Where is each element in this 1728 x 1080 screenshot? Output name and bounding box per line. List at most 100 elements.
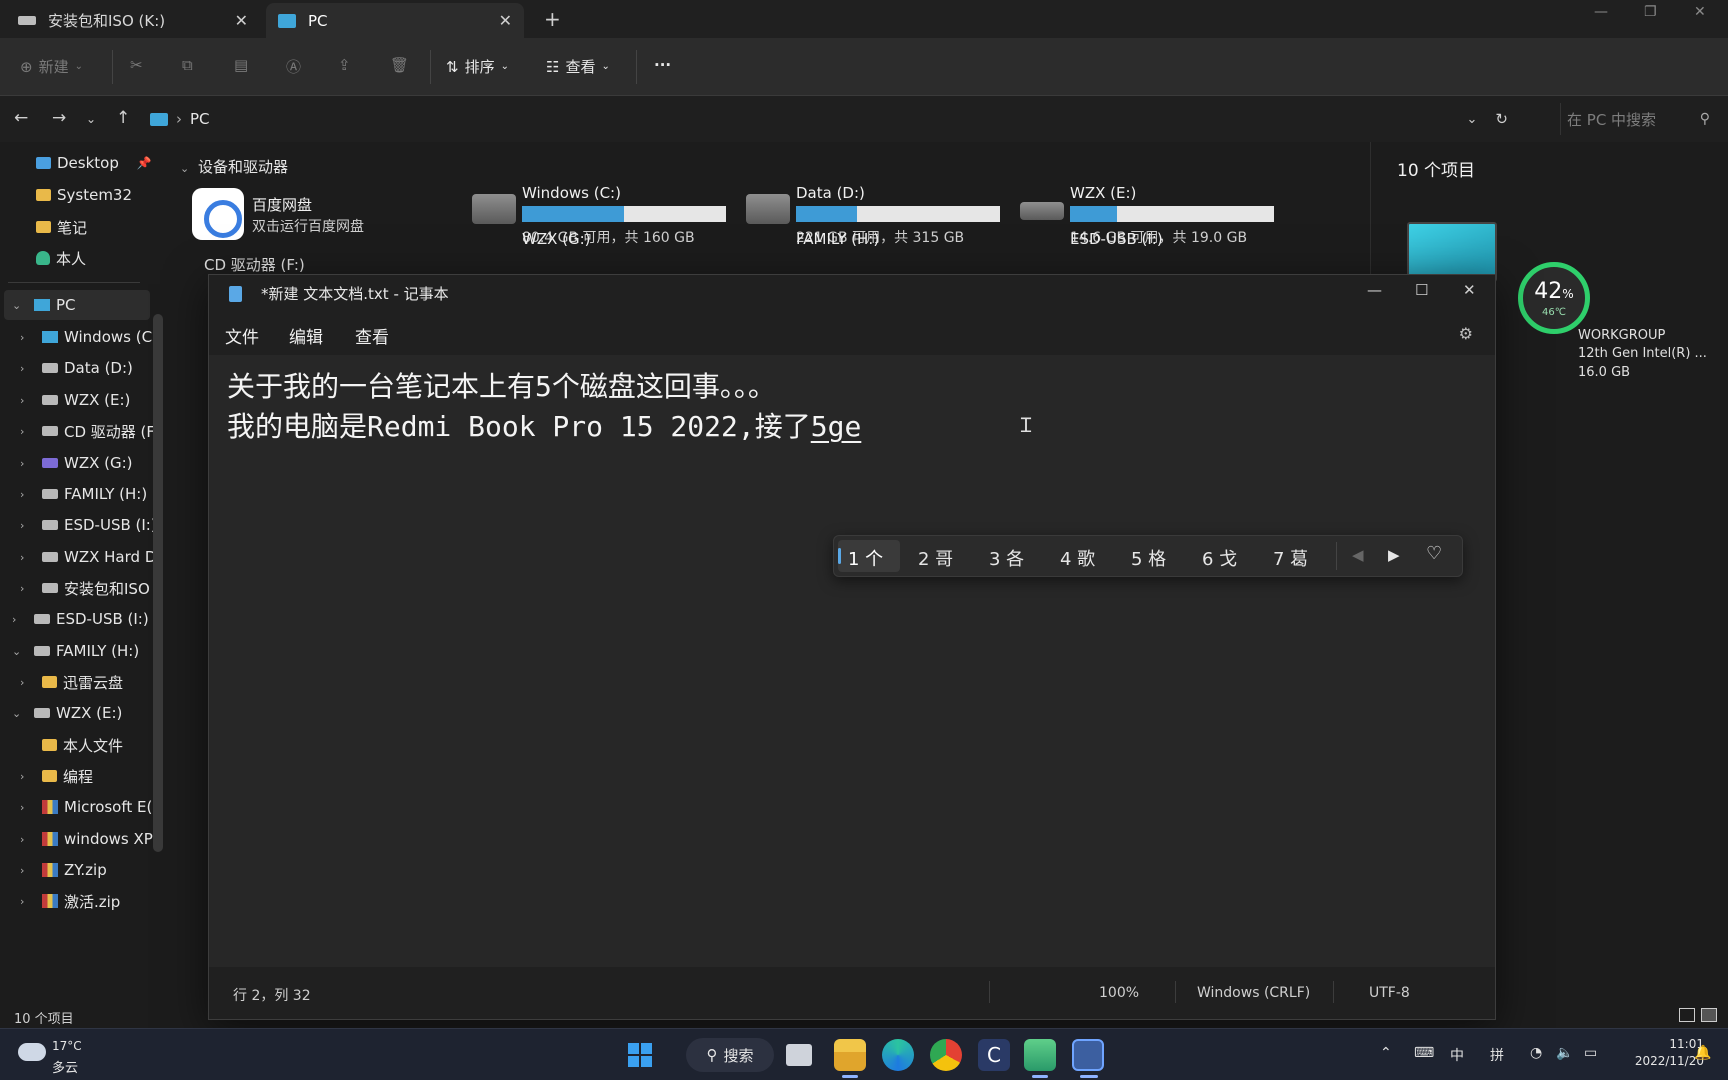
tab-install-iso[interactable]: 安装包和ISO (K:) ✕: [6, 3, 260, 38]
chevron-right-icon[interactable]: ›: [20, 362, 34, 375]
close-icon[interactable]: ✕: [1463, 281, 1476, 299]
address-dropdown-icon[interactable]: ⌄: [1467, 112, 1478, 127]
input-mode[interactable]: 拼: [1490, 1045, 1504, 1065]
chevron-right-icon[interactable]: ›: [20, 457, 34, 470]
screen-recorder-icon[interactable]: [1024, 1039, 1056, 1071]
close-tab-button[interactable]: ✕: [235, 11, 248, 30]
chevron-right-icon[interactable]: ›: [20, 551, 34, 564]
sidebar-item-zy-zip[interactable]: › ZY.zip: [20, 855, 107, 885]
sidebar-item-drive-d[interactable]: › Data (D:): [20, 353, 133, 383]
volume-icon[interactable]: 🔈: [1556, 1045, 1573, 1061]
settings-gear-icon[interactable]: ⚙: [1459, 324, 1473, 343]
sidebar-item-xunlei[interactable]: › 迅雷云盘: [20, 667, 123, 697]
chevron-right-icon[interactable]: ›: [20, 833, 34, 846]
show-hidden-icons-chevron-icon[interactable]: ⌃: [1380, 1045, 1392, 1061]
notification-bell-icon[interactable]: 🔔: [1694, 1045, 1711, 1061]
new-button[interactable]: ⊕ 新建 ⌄: [20, 56, 83, 77]
input-language[interactable]: 中: [1450, 1045, 1464, 1065]
task-view-icon[interactable]: [786, 1044, 812, 1066]
chevron-right-icon[interactable]: ›: [20, 676, 34, 689]
breadcrumb-pc[interactable]: PC: [190, 110, 210, 128]
pin-icon[interactable]: 📌: [137, 156, 152, 170]
delete-icon[interactable]: 🗑: [390, 56, 409, 74]
tiles-view-icon[interactable]: [1701, 1008, 1717, 1022]
weather-widget[interactable]: 17°C 多云: [18, 1037, 108, 1076]
ime-candidate[interactable]: 5 格: [1131, 545, 1166, 571]
sidebar-item-activate-zip[interactable]: › 激活.zip: [20, 886, 120, 916]
tab-pc[interactable]: PC ✕: [266, 3, 524, 38]
refresh-icon[interactable]: ↻: [1495, 110, 1508, 128]
details-view-icon[interactable]: [1679, 1008, 1695, 1022]
text-editor[interactable]: 关于我的一台笔记本上有5个磁盘这回事。。。 我的电脑是Redmi Book Pr…: [209, 355, 1495, 969]
chrome-browser-icon[interactable]: [930, 1039, 962, 1071]
sidebar-item-family[interactable]: ⌄ FAMILY (H:): [12, 636, 139, 666]
sidebar-item-drive-c[interactable]: › Windows (C: [20, 322, 152, 352]
cut-icon[interactable]: ✂: [130, 56, 143, 74]
rename-icon[interactable]: Ⓐ: [286, 56, 301, 77]
chevron-right-icon[interactable]: ›: [20, 519, 34, 532]
menu-view[interactable]: 查看: [355, 323, 389, 348]
close-icon[interactable]: ✕: [1694, 4, 1706, 20]
chevron-down-icon[interactable]: ⌄: [12, 707, 26, 720]
sidebar-item-drive-h[interactable]: › FAMILY (H:): [20, 479, 147, 509]
share-icon[interactable]: ⇪: [338, 56, 351, 74]
group-header[interactable]: ⌄ 设备和驱动器: [180, 156, 288, 177]
start-button[interactable]: [624, 1039, 656, 1071]
up-arrow-icon[interactable]: ↑: [116, 108, 130, 128]
back-arrow-icon[interactable]: ←: [14, 108, 28, 128]
sidebar-item-notes[interactable]: 笔记: [36, 212, 87, 242]
sidebar-item-drive-i[interactable]: › ESD-USB (I:): [20, 510, 157, 540]
sidebar-item-drive-e[interactable]: › WZX (E:): [20, 385, 130, 415]
ime-candidate[interactable]: 6 戈: [1202, 545, 1237, 571]
maximize-icon[interactable]: ❐: [1644, 4, 1657, 20]
cd-drive-item[interactable]: CD 驱动器 (F:): [204, 254, 305, 275]
system-clock[interactable]: 11:01 2022/11/20: [1614, 1036, 1704, 1070]
sidebar-item-system32[interactable]: System32: [36, 180, 132, 210]
ime-candidate[interactable]: 7 葛: [1273, 545, 1308, 571]
chevron-right-icon[interactable]: ›: [20, 394, 34, 407]
ime-candidate[interactable]: 2 哥: [918, 545, 953, 571]
taskbar-search-button[interactable]: ⚲ 搜索: [686, 1038, 774, 1072]
chevron-down-icon[interactable]: ⌄: [12, 645, 26, 658]
chevron-right-icon[interactable]: ›: [20, 801, 34, 814]
drive-h-item[interactable]: FAMILY (H:): [796, 230, 879, 248]
drive-i-item[interactable]: ESD-USB (I:): [1070, 230, 1163, 248]
drive-c-item[interactable]: Windows (C:) 80.4 GB 可用，共 160 GB: [468, 182, 738, 246]
view-button[interactable]: ☷ 查看 ⌄: [546, 56, 610, 77]
drive-g-item[interactable]: WZX (G:): [522, 230, 591, 248]
sidebar-scrollbar[interactable]: [153, 314, 163, 852]
chevron-right-icon[interactable]: ›: [20, 770, 34, 783]
next-page-icon[interactable]: ▶: [1388, 546, 1400, 564]
paste-icon[interactable]: ▤: [234, 56, 248, 74]
maximize-icon[interactable]: ☐: [1415, 281, 1428, 299]
new-tab-button[interactable]: +: [544, 7, 561, 31]
sidebar-item-install-iso[interactable]: › 安装包和ISO: [20, 573, 150, 603]
sidebar-item-programming[interactable]: › 编程: [20, 761, 93, 791]
menu-edit[interactable]: 编辑: [289, 323, 323, 348]
file-explorer-icon[interactable]: [834, 1039, 866, 1071]
sort-button[interactable]: ⇅ 排序 ⌄: [446, 56, 509, 77]
recent-locations-icon[interactable]: ⌄: [86, 112, 96, 126]
search-icon[interactable]: ⚲: [1700, 111, 1710, 127]
minimize-icon[interactable]: —: [1594, 4, 1608, 20]
chevron-right-icon[interactable]: ›: [20, 331, 34, 344]
sidebar-item-drive-f[interactable]: › CD 驱动器 (F: [20, 416, 155, 446]
sidebar-item-esd-usb[interactable]: › ESD-USB (I:): [12, 604, 149, 634]
keyboard-icon[interactable]: ⌨: [1414, 1045, 1434, 1061]
sidebar-item-personal-files[interactable]: 本人文件: [42, 730, 123, 760]
chevron-right-icon[interactable]: ›: [20, 425, 34, 438]
notepad-taskbar-icon[interactable]: [1072, 1039, 1104, 1071]
sidebar-item-me[interactable]: 本人: [36, 243, 86, 273]
cpu-usage-gauge[interactable]: 42% 46℃: [1518, 262, 1590, 334]
address-field[interactable]: › PC ⌄ ↻: [150, 103, 1508, 135]
chevron-right-icon[interactable]: ›: [20, 582, 34, 595]
wifi-icon[interactable]: ◔: [1530, 1045, 1542, 1061]
sidebar-item-pc[interactable]: ⌄ PC: [12, 290, 76, 320]
battery-icon[interactable]: ▭: [1584, 1045, 1597, 1061]
close-tab-button[interactable]: ✕: [499, 11, 512, 30]
sidebar-item-microsoft-e[interactable]: › Microsoft E(: [20, 792, 152, 822]
chevron-right-icon[interactable]: ›: [20, 895, 34, 908]
chevron-right-icon[interactable]: ›: [20, 488, 34, 501]
minimize-icon[interactable]: —: [1367, 281, 1382, 299]
chevron-down-icon[interactable]: ⌄: [12, 299, 26, 312]
